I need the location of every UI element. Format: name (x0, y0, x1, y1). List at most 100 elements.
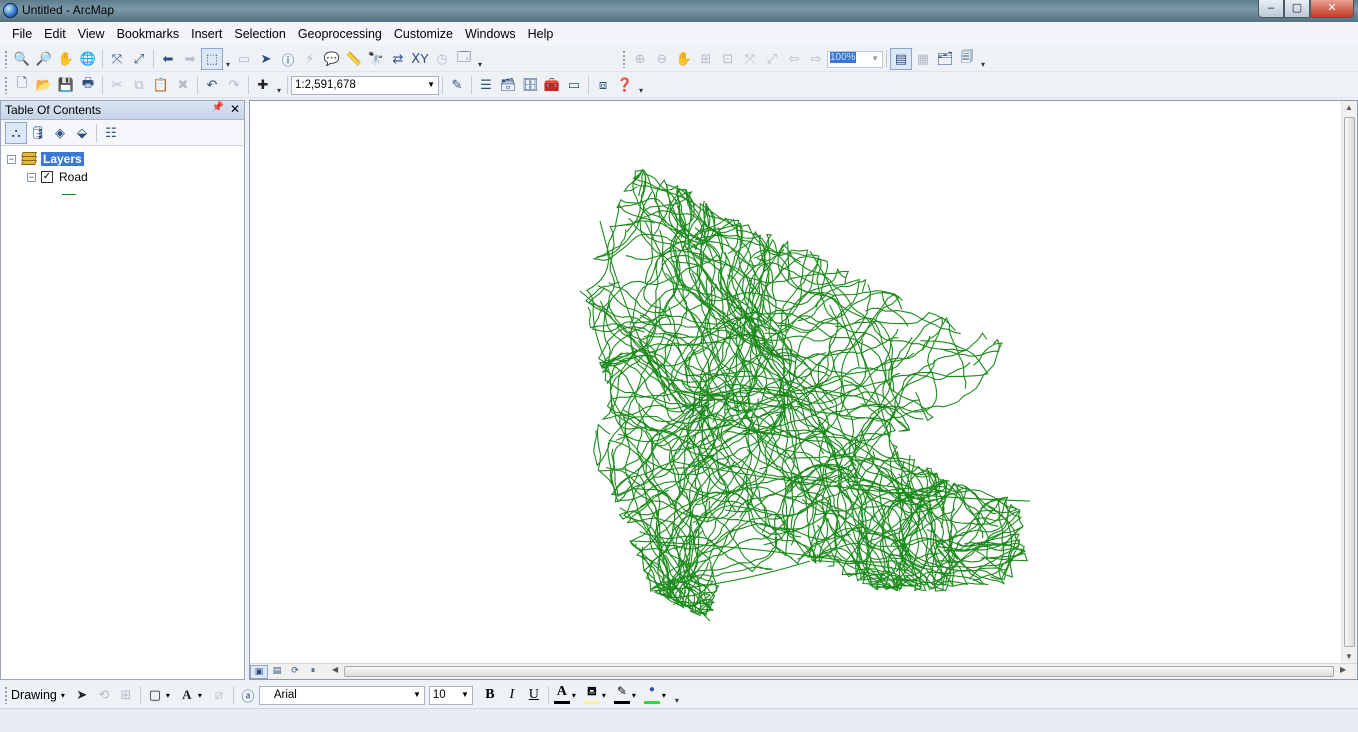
scroll-down-icon[interactable]: ▼ (1345, 652, 1353, 661)
italic-button[interactable]: I (501, 684, 523, 706)
undo-icon[interactable]: ↶ (201, 74, 223, 96)
layout-forward-icon[interactable]: ⇨ (805, 48, 827, 70)
font-color-button[interactable]: A (552, 684, 572, 706)
layout-zoom-out-icon[interactable]: ⊖ (651, 48, 673, 70)
full-extent-globe-icon[interactable]: 🌐 (77, 48, 99, 70)
marker-color-button[interactable]: ● (642, 684, 662, 706)
toc-options-icon[interactable]: ☷ (100, 122, 122, 144)
toolbar-options-chevron-icon[interactable]: ▾ (475, 49, 485, 69)
menu-file[interactable]: File (6, 24, 38, 44)
text-dropdown-icon[interactable]: ▾ (198, 691, 208, 700)
modelbuilder-icon[interactable]: ⧈ (592, 74, 614, 96)
vertical-scrollbar[interactable]: ▲ ▼ (1341, 101, 1357, 663)
toolbar-options-chevron-icon[interactable]: ▾ (636, 75, 646, 95)
redo-icon[interactable]: ↷ (223, 74, 245, 96)
fixed-zoom-in-icon[interactable]: ⤧ (106, 48, 128, 70)
layout-back-icon[interactable]: ⇦ (783, 48, 805, 70)
rectangle-icon[interactable]: ▢ (144, 684, 166, 706)
zoom-whole-page-icon[interactable]: ⊞ (695, 48, 717, 70)
find-route-icon[interactable]: ⇄ (387, 48, 409, 70)
cut-scissors-icon[interactable]: ✂ (106, 74, 128, 96)
collapse-road-icon[interactable]: − (27, 172, 36, 182)
toolbar-grip[interactable] (622, 50, 626, 68)
new-text-icon[interactable]: A (176, 684, 198, 706)
change-layout-icon[interactable]: 🗂 (934, 48, 956, 70)
drawing-menu-dropdown-icon[interactable]: ▾ (61, 691, 71, 700)
forward-extent-arrow-icon[interactable]: ➡ (179, 48, 201, 70)
create-viewer-window-icon[interactable]: 🗔 (453, 48, 475, 70)
toolbar-options-chevron-icon[interactable]: ▾ (672, 685, 682, 705)
drawing-menu[interactable]: Drawing (11, 688, 57, 702)
horizontal-scroll-thumb[interactable] (344, 666, 1334, 677)
select-features-icon[interactable]: ⬚ (201, 48, 223, 70)
refresh-view-icon[interactable]: ⟳ (286, 665, 304, 679)
back-extent-arrow-icon[interactable]: ⬅ (157, 48, 179, 70)
hyperlink-lightning-icon[interactable]: ⚡ (299, 48, 321, 70)
map-canvas[interactable] (250, 101, 1342, 663)
toolbar-options-chevron-icon[interactable]: ▾ (978, 49, 988, 69)
tree-row-road[interactable]: − ✓ Road (7, 168, 244, 186)
menu-edit[interactable]: Edit (38, 24, 72, 44)
menu-geoprocessing[interactable]: Geoprocessing (292, 24, 388, 44)
toolbar-grip[interactable] (4, 686, 8, 704)
chevron-down-icon[interactable]: ▼ (871, 54, 879, 63)
edit-vertices-icon[interactable]: ⧄ (208, 684, 230, 706)
chevron-down-icon[interactable]: ▼ (427, 80, 435, 89)
find-binoculars-icon[interactable]: 🔭 (365, 48, 387, 70)
menu-help[interactable]: Help (522, 24, 560, 44)
fixed-zoom-out-layout-icon[interactable]: ⤢ (761, 48, 783, 70)
zoom-to-selected-elements-icon[interactable]: ⊞ (115, 684, 137, 706)
road-visibility-checkbox[interactable]: ✓ (41, 171, 53, 183)
font-color-dropdown-icon[interactable]: ▾ (572, 691, 582, 700)
road-layer-label[interactable]: Road (59, 170, 88, 184)
fill-color-dropdown-icon[interactable]: ▾ (602, 691, 612, 700)
zoom-100-percent-icon[interactable]: ⊡ (717, 48, 739, 70)
delete-x-icon[interactable]: ✖ (172, 74, 194, 96)
menu-insert[interactable]: Insert (185, 24, 228, 44)
zoom-out-icon[interactable]: 🔎 (33, 48, 55, 70)
scroll-right-icon[interactable]: ▶ (1340, 665, 1346, 674)
font-size-combobox[interactable]: 10 ▼ (428, 685, 473, 705)
toggle-draft-mode-icon[interactable]: ▤ (890, 48, 912, 70)
menu-selection[interactable]: Selection (228, 24, 291, 44)
pan-hand-icon[interactable]: ✋ (55, 48, 77, 70)
menu-bookmarks[interactable]: Bookmarks (111, 24, 186, 44)
zoom-percent-combobox[interactable]: 100% ▼ (827, 50, 883, 68)
go-to-xy-icon[interactable]: ⅩY (409, 48, 431, 70)
maximize-button[interactable]: ▢ (1284, 0, 1310, 18)
editor-toolbar-icon[interactable]: ✎ (446, 74, 468, 96)
menu-customize[interactable]: Customize (388, 24, 459, 44)
print-icon[interactable]: 🖶 (77, 74, 99, 96)
map-scale-combobox[interactable]: 1:2,591,678 ▼ (291, 75, 439, 95)
data-view-icon[interactable]: ▣ (250, 664, 268, 679)
underline-button[interactable]: U (523, 684, 545, 706)
html-popup-icon[interactable]: 💬 (321, 48, 343, 70)
close-button[interactable]: ✕ (1310, 0, 1354, 18)
select-features-dropdown-icon[interactable]: ▾ (223, 49, 233, 69)
road-line-symbol[interactable] (62, 194, 76, 195)
chevron-down-icon[interactable]: ▼ (413, 690, 421, 699)
select-elements-icon[interactable]: ➤ (71, 684, 93, 706)
data-driven-pages-icon[interactable]: 🗐 (956, 48, 978, 70)
arcmap-app-icon[interactable] (3, 3, 18, 18)
font-name-combobox[interactable]: Arial ▼ (258, 685, 425, 705)
scroll-up-icon[interactable]: ▲ (1345, 103, 1353, 112)
layout-view-icon[interactable]: ▤ (268, 665, 286, 679)
focus-data-frame-icon[interactable]: ▦ (912, 48, 934, 70)
table-of-contents-icon[interactable]: ☰ (475, 74, 497, 96)
scroll-left-icon[interactable]: ◀ (332, 665, 338, 674)
copy-icon[interactable]: ⧉ (128, 74, 150, 96)
collapse-layers-icon[interactable]: − (7, 154, 16, 164)
bold-button[interactable]: B (479, 684, 501, 706)
list-by-drawing-order-icon[interactable]: ⛬ (5, 121, 27, 144)
new-document-icon[interactable]: 🗋 (11, 74, 33, 96)
pause-drawing-icon[interactable]: ⏸ (304, 665, 322, 679)
tree-row-layers[interactable]: − Layers (7, 150, 244, 168)
catalog-window-icon[interactable]: 🗃 (497, 74, 519, 96)
chevron-down-icon[interactable]: ▼ (461, 690, 469, 699)
minimize-button[interactable]: – (1258, 0, 1284, 18)
road-network-map[interactable] (250, 101, 1342, 663)
fixed-zoom-out-icon[interactable]: ⤢ (128, 48, 150, 70)
search-window-icon[interactable]: 🗄 (519, 74, 541, 96)
data-frame-label[interactable]: Layers (41, 152, 84, 166)
